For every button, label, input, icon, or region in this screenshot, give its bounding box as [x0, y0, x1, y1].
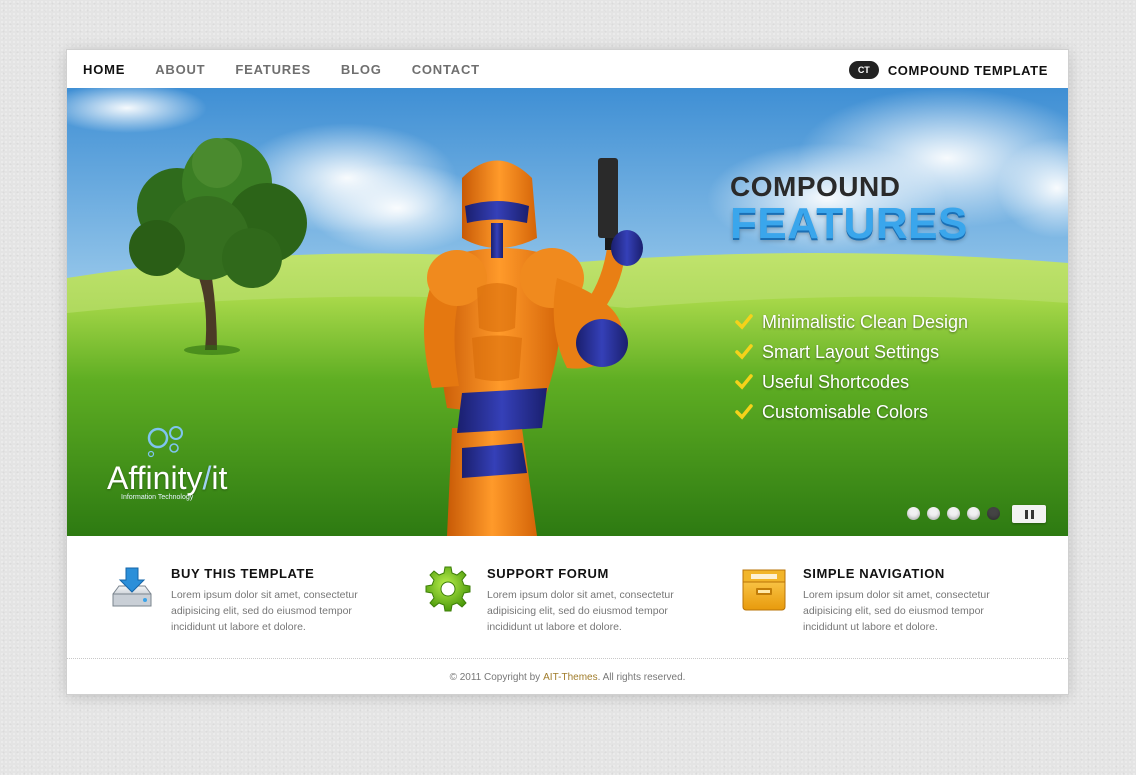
checkmark-icon	[735, 404, 753, 420]
feature-item: Customisable Colors	[735, 397, 968, 427]
hero-headline: COMPOUND FEATURES	[730, 172, 968, 246]
slider-dot-4[interactable]	[967, 507, 980, 520]
nav-blog[interactable]: BLOG	[341, 62, 382, 77]
feature-item: Useful Shortcodes	[735, 367, 968, 397]
nav-contact[interactable]: CONTACT	[412, 62, 480, 77]
download-drive-icon	[112, 567, 152, 607]
brand[interactable]: CT COMPOUND TEMPLATE	[848, 61, 1048, 79]
brand-name: COMPOUND TEMPLATE	[887, 62, 1048, 78]
box-title[interactable]: SUPPORT FORUM	[487, 566, 609, 581]
slider-pagination	[907, 507, 1007, 520]
affinity-logo: Affinity/it Information Technology	[107, 424, 227, 501]
headline-compound: COMPOUND	[730, 171, 901, 202]
bubbles-icon	[147, 426, 183, 458]
logo-main: Affinity	[107, 460, 203, 496]
footer: © 2011 Copyright by AIT-Themes. All righ…	[67, 658, 1068, 695]
gear-icon	[425, 566, 471, 612]
feature-label: Useful Shortcodes	[762, 371, 910, 392]
slider-dot-2[interactable]	[927, 507, 940, 520]
slider-pause-button[interactable]	[1012, 505, 1046, 523]
checkmark-icon	[735, 344, 753, 360]
feature-label: Customisable Colors	[762, 401, 929, 422]
box-title[interactable]: BUY THIS TEMPLATE	[171, 566, 314, 581]
footer-rights: . All rights reserved.	[597, 671, 686, 683]
logo-suffix: it	[211, 460, 228, 496]
top-bar: HOME ABOUT FEATURES BLOG CONTACT CT COMP…	[67, 50, 1068, 88]
brand-logo: CT	[848, 61, 879, 79]
feature-item: Smart Layout Settings	[735, 337, 968, 367]
box-text: Lorem ipsum dolor sit amet, consectetur …	[803, 589, 990, 633]
pause-icon	[1024, 509, 1028, 519]
footer-link-ait-themes[interactable]: AIT-Themes	[543, 672, 597, 683]
logo-slash: /	[202, 460, 212, 496]
box-text: Lorem ipsum dolor sit amet, consectetur …	[171, 589, 358, 633]
feature-label: Smart Layout Settings	[762, 341, 940, 362]
page-container: HOME ABOUT FEATURES BLOG CONTACT CT COMP…	[67, 50, 1068, 694]
box-title[interactable]: SIMPLE NAVIGATION	[803, 566, 945, 581]
hero-slider: COMPOUND FEATURES Minimalistic Clean Des…	[67, 88, 1068, 536]
feature-list: Minimalistic Clean Design Smart Layout S…	[735, 307, 968, 427]
slider-dot-5[interactable]	[987, 507, 1000, 520]
footer-copyright: © 2011 Copyright by	[449, 671, 541, 683]
checkmark-icon	[735, 374, 753, 390]
affinity-logo-text: Affinity/it	[107, 460, 227, 497]
feature-item: Minimalistic Clean Design	[735, 307, 968, 337]
feature-label: Minimalistic Clean Design	[762, 311, 969, 332]
folder-box-icon	[742, 569, 786, 611]
nav-home[interactable]: HOME	[83, 62, 125, 77]
headline-features: FEATURES	[730, 199, 968, 248]
box-text: Lorem ipsum dolor sit amet, consectetur …	[487, 589, 674, 633]
main-nav: HOME ABOUT FEATURES BLOG CONTACT	[83, 62, 510, 77]
nav-features[interactable]: FEATURES	[235, 62, 311, 77]
slider-dot-1[interactable]	[907, 507, 920, 520]
nav-about[interactable]: ABOUT	[155, 62, 205, 77]
slider-dot-3[interactable]	[947, 507, 960, 520]
feature-boxes: BUY THIS TEMPLATE Lorem ipsum dolor sit …	[67, 536, 1068, 658]
checkmark-icon	[735, 314, 753, 330]
